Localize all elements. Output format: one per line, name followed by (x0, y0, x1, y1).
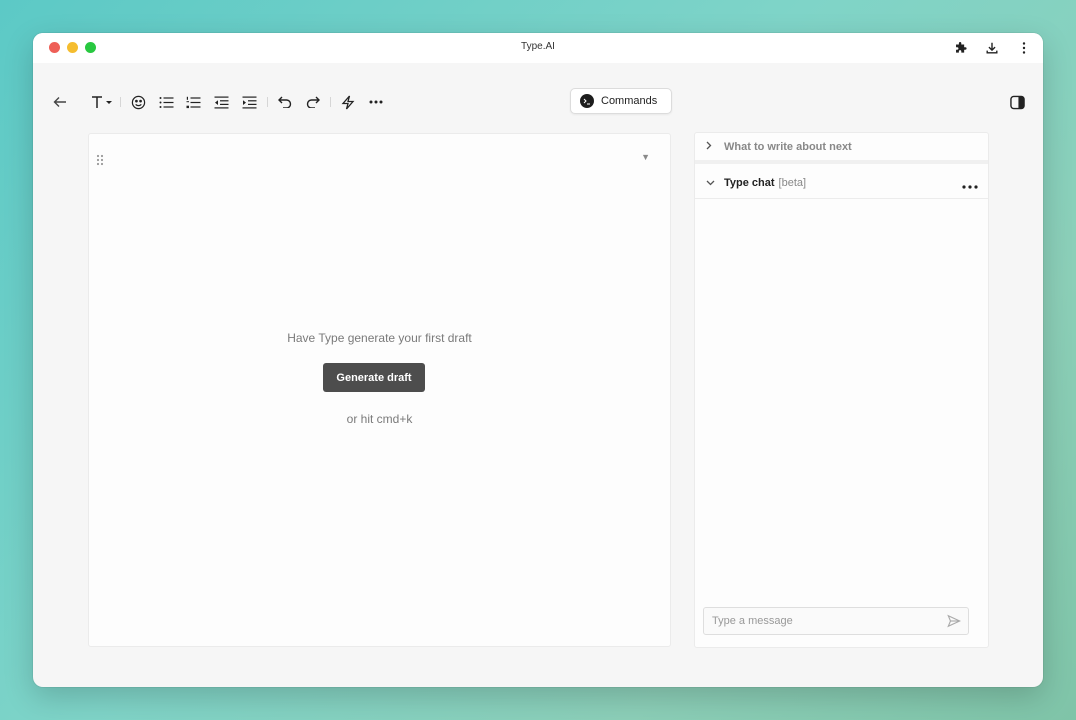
outdent-icon[interactable] (212, 91, 230, 113)
side-panel: What to write about next Type chat [beta… (694, 132, 989, 648)
message-input[interactable] (712, 615, 932, 627)
ai-sparkle-icon[interactable] (339, 91, 357, 113)
what-to-write-section[interactable]: What to write about next (695, 133, 988, 164)
app-window: Type.AI Commands ▼ Have Type generate yo… (33, 33, 1043, 687)
sidebar-toggle-icon[interactable] (1008, 91, 1026, 113)
commands-label: Commands (601, 95, 658, 107)
chat-more-icon[interactable] (962, 176, 978, 192)
chevron-right-icon (706, 141, 714, 153)
chevron-down-icon (706, 177, 715, 189)
drag-handle-icon[interactable] (96, 154, 104, 169)
kebab-menu-icon[interactable] (1015, 39, 1033, 57)
generate-draft-button[interactable]: Generate draft (323, 363, 425, 392)
puzzle-icon[interactable] (951, 39, 969, 57)
what-to-write-label: What to write about next (724, 140, 852, 153)
indent-icon[interactable] (240, 91, 258, 113)
redo-icon[interactable] (304, 91, 322, 113)
text-style-icon[interactable] (90, 91, 114, 113)
editor-toolbar: Commands (33, 85, 1043, 119)
terminal-icon (580, 94, 594, 108)
bullet-list-icon[interactable] (157, 91, 175, 113)
message-input-box (703, 607, 969, 635)
chat-title: Type chat (724, 177, 775, 189)
numbered-list-icon[interactable] (184, 91, 202, 113)
title-bar: Type.AI (33, 33, 1043, 63)
send-icon[interactable] (947, 614, 962, 631)
download-icon[interactable] (983, 39, 1001, 57)
type-chat-section-header[interactable]: Type chat [beta] (695, 168, 988, 199)
more-options-icon[interactable] (367, 91, 385, 113)
draft-prompt-text: Have Type generate your first draft (287, 331, 472, 345)
emoji-icon[interactable] (129, 91, 147, 113)
window-title: Type.AI (521, 41, 555, 52)
dropdown-triangle-icon[interactable]: ▼ (641, 152, 650, 162)
commands-button[interactable]: Commands (570, 88, 672, 114)
editor-canvas[interactable]: ▼ Have Type generate your first draft Ge… (88, 133, 671, 647)
back-arrow-icon[interactable] (51, 91, 69, 113)
undo-icon[interactable] (276, 91, 294, 113)
beta-badge: [beta] (778, 177, 807, 189)
shortcut-hint: or hit cmd+k (346, 412, 413, 426)
